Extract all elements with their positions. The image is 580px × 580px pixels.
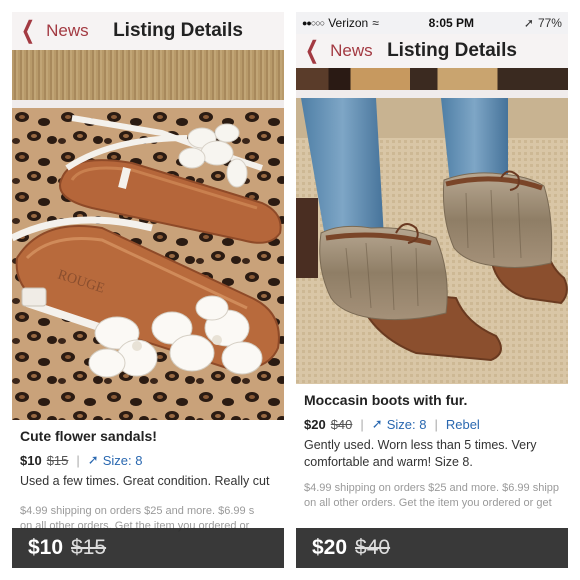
separator: | (360, 416, 364, 432)
nav-bar: ❮ News Listing Details (296, 34, 568, 68)
boots-photo-image (296, 98, 568, 384)
ruler-icon: ➚ (371, 416, 383, 431)
size-link[interactable]: ➚ Size: 8 (88, 452, 143, 468)
price-row: $10 $15 | ➚ Size: 8 (20, 452, 276, 468)
back-label: News (46, 21, 89, 40)
sandals-photo-image: ROUGE (12, 108, 284, 420)
price-bar-price: $20 (312, 536, 348, 559)
listing-panel-boots: ●●○○○ Verizon ≈ 8:05 PM ➚ 77% ❮ News Lis… (296, 12, 568, 568)
listing-price: $20 (304, 416, 326, 432)
price-bar-original: $40 (355, 536, 391, 559)
shipping-line-1: $4.99 shipping on orders $25 and more. $… (304, 482, 560, 494)
listing-info: Moccasin boots with fur. $20 $40 | ➚ Siz… (296, 384, 568, 511)
wifi-icon: ≈ (372, 16, 379, 30)
carrier-label: Verizon (328, 16, 369, 30)
separator: | (434, 416, 438, 432)
battery-percent: 77% (537, 16, 562, 30)
signal-icon: ●●○○○ (302, 18, 325, 28)
back-label: News (330, 41, 373, 60)
status-time: 8:05 PM (428, 16, 475, 30)
separator: | (76, 452, 80, 468)
price-bar-original: $15 (71, 536, 107, 559)
listing-photo[interactable]: ROUGE (12, 108, 284, 420)
back-button[interactable]: ❮ News (296, 39, 373, 63)
price-bar-price: $10 (28, 536, 64, 559)
previous-photo-strip (296, 68, 568, 90)
listing-panel-sandals: ❮ News Listing Details ROUGE Cute flower… (12, 12, 284, 568)
brand-link[interactable]: Rebel (446, 417, 480, 432)
shipping-line-1: $4.99 shipping on orders $25 and more. $… (20, 505, 255, 517)
listing-description: Used a few times. Great condition. Reall… (20, 474, 270, 488)
nav-bar: ❮ News Listing Details (12, 12, 284, 50)
listing-info: Cute flower sandals! $10 $15 | ➚ Size: 8… (12, 420, 284, 534)
original-price: $40 (330, 416, 353, 432)
shipping-info: $4.99 shipping on orders $25 and more. $… (304, 481, 560, 511)
back-button[interactable]: ❮ News (12, 19, 89, 43)
location-arrow-icon: ➚ (523, 16, 534, 30)
listing-price: $10 (20, 452, 42, 468)
listing-title: Cute flower sandals! (20, 428, 157, 444)
size-label: Size: 8 (386, 416, 427, 432)
original-price: $15 (46, 452, 69, 468)
chevron-left-icon: ❮ (305, 37, 320, 64)
size-link[interactable]: ➚ Size: 8 (372, 416, 427, 432)
previous-photo-strip (12, 50, 284, 100)
listing-title: Moccasin boots with fur. (304, 392, 468, 408)
price-bar: $20 $40 (296, 528, 568, 568)
price-bar: $10 $15 (12, 528, 284, 568)
shipping-line-2: on all other orders. Get the item you or… (304, 497, 552, 509)
listing-photo[interactable] (296, 98, 568, 384)
listing-description: Gently used. Worn less than 5 times. Ver… (304, 438, 537, 469)
divider (296, 90, 568, 98)
divider (12, 100, 284, 108)
status-bar: ●●○○○ Verizon ≈ 8:05 PM ➚ 77% (296, 12, 568, 34)
price-row: $20 $40 | ➚ Size: 8 | Rebel (304, 416, 560, 432)
ruler-icon: ➚ (87, 452, 99, 467)
size-label: Size: 8 (102, 452, 143, 468)
chevron-left-icon: ❮ (21, 17, 36, 44)
